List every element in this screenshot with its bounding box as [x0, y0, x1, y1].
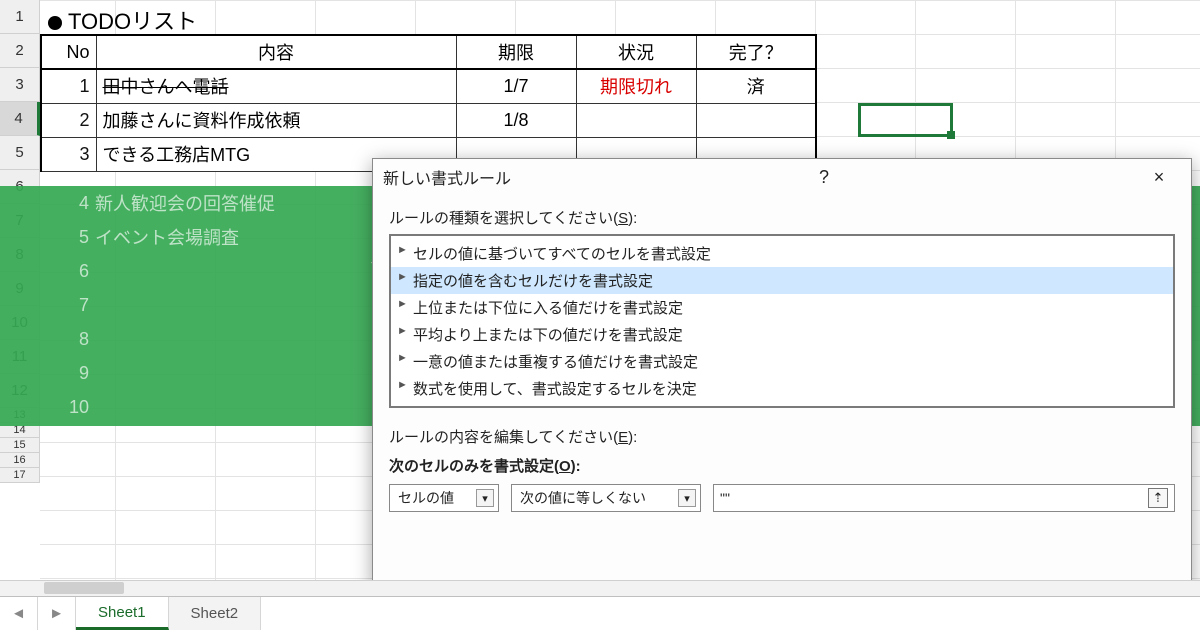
cell[interactable]: 2	[41, 103, 96, 137]
combo-value: 次の値に等しくない	[520, 488, 646, 508]
cell[interactable]: 済	[696, 69, 816, 103]
rule-type-option[interactable]: 数式を使用して、書式設定するセルを決定	[391, 375, 1173, 402]
table-row[interactable]: 1 田中さんへ電話 1/7 期限切れ 済	[41, 69, 816, 103]
row-header[interactable]: 4	[0, 102, 40, 136]
rule-type-option[interactable]: 上位または下位に入る値だけを書式設定	[391, 294, 1173, 321]
rule-type-option[interactable]: 一意の値または重複する値だけを書式設定	[391, 348, 1173, 375]
row-header[interactable]: 5	[0, 136, 40, 170]
cell[interactable]	[696, 103, 816, 137]
dialog-titlebar[interactable]: 新しい書式ルール ? ×	[373, 159, 1191, 195]
cell[interactable]	[576, 103, 696, 137]
range-picker-icon[interactable]: ⇡	[1148, 488, 1168, 508]
select-rule-type-label: ルールの種類を選択してください(S):	[389, 207, 1175, 228]
horizontal-scrollbar-track[interactable]	[0, 580, 1200, 596]
help-button[interactable]: ?	[802, 163, 846, 191]
cell[interactable]: 1/7	[456, 69, 576, 103]
row-header[interactable]: 3	[0, 68, 40, 102]
table-row[interactable]: 2 加藤さんに資料作成依頼 1/8	[41, 103, 816, 137]
row-header[interactable]: 16	[0, 453, 40, 468]
condition-target-combo[interactable]: セルの値 ▾	[389, 484, 499, 512]
cell[interactable]: 1/8	[456, 103, 576, 137]
close-icon: ×	[1154, 167, 1165, 188]
chevron-down-icon: ▾	[476, 489, 494, 507]
input-value: ""	[720, 490, 730, 506]
edit-rule-label: ルールの内容を編集してください(E):	[389, 426, 1175, 447]
chevron-down-icon: ▾	[678, 489, 696, 507]
col-no[interactable]: No	[41, 35, 96, 69]
horizontal-scrollbar-thumb[interactable]	[44, 582, 124, 594]
todo-table[interactable]: No 内容 期限 状況 完了？ 1 田中さんへ電話 1/7 期限切れ 済 2 加…	[40, 34, 817, 172]
cell[interactable]: 加藤さんに資料作成依頼	[96, 103, 456, 137]
combo-value: セルの値	[398, 488, 454, 508]
condition-value-input[interactable]: "" ⇡	[713, 484, 1175, 512]
col-content[interactable]: 内容	[96, 35, 456, 69]
row-header[interactable]: 1	[0, 0, 40, 34]
tab-nav-prev[interactable]: ◄	[0, 597, 38, 630]
col-done[interactable]: 完了？	[696, 35, 816, 69]
tab-nav-next[interactable]: ►	[38, 597, 76, 630]
active-cell-outline	[858, 103, 953, 137]
sheet-tab[interactable]: Sheet2	[169, 597, 262, 630]
col-status[interactable]: 状況	[576, 35, 696, 69]
format-only-label: 次のセルのみを書式設定(O):	[389, 455, 1175, 476]
dialog-title-text: 新しい書式ルール	[383, 165, 511, 189]
row-header[interactable]: 15	[0, 438, 40, 453]
row-header[interactable]: 2	[0, 34, 40, 68]
rule-type-option[interactable]: 指定の値を含むセルだけを書式設定	[391, 267, 1173, 294]
bullet-icon	[48, 16, 62, 30]
col-deadline[interactable]: 期限	[456, 35, 576, 69]
rule-type-option[interactable]: セルの値に基づいてすべてのセルを書式設定	[391, 240, 1173, 267]
rule-type-list[interactable]: セルの値に基づいてすべてのセルを書式設定 指定の値を含むセルだけを書式設定 上位…	[389, 234, 1175, 408]
cell[interactable]: 3	[41, 137, 96, 171]
cell[interactable]: 期限切れ	[576, 69, 696, 103]
sheet-tab-bar: ◄ ► Sheet1 Sheet2	[0, 596, 1200, 630]
condition-operator-combo[interactable]: 次の値に等しくない ▾	[511, 484, 701, 512]
new-format-rule-dialog[interactable]: 新しい書式ルール ? × ルールの種類を選択してください(S): セルの値に基づ…	[372, 158, 1192, 588]
sheet-tab[interactable]: Sheet1	[76, 597, 169, 630]
cell[interactable]: 田中さんへ電話	[96, 69, 456, 103]
cell[interactable]: 1	[41, 69, 96, 103]
row-header[interactable]: 17	[0, 468, 40, 483]
close-button[interactable]: ×	[1137, 163, 1181, 191]
table-header-row: No 内容 期限 状況 完了？	[41, 35, 816, 69]
sheet-title: TODOリスト	[48, 4, 197, 36]
rule-type-option[interactable]: 平均より上または下の値だけを書式設定	[391, 321, 1173, 348]
